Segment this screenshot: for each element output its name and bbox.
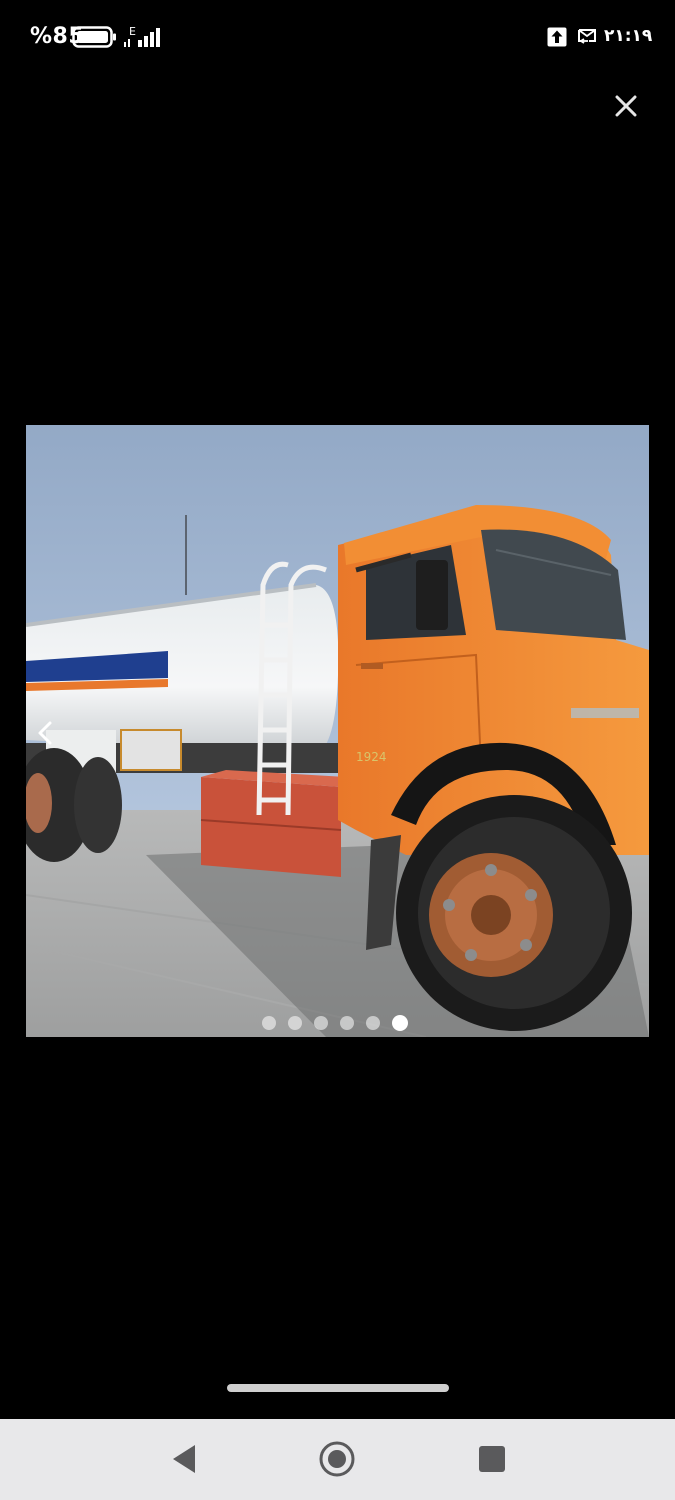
recents-button[interactable] (472, 1439, 512, 1479)
back-button[interactable] (165, 1439, 205, 1479)
back-icon (173, 1445, 195, 1473)
network-type-label: E (129, 25, 136, 38)
carousel-dot-1[interactable] (262, 1016, 276, 1030)
carousel-dot-3[interactable] (314, 1016, 328, 1030)
truck-photo[interactable]: 1924 (26, 425, 649, 1037)
system-navigation-bar (0, 1419, 675, 1500)
upload-icon (547, 27, 567, 51)
battery-icon (72, 25, 118, 53)
home-icon (319, 1441, 355, 1477)
carousel-dot-4[interactable] (340, 1016, 354, 1030)
clock: ۲۱:۱۹ (604, 26, 653, 46)
gesture-handle[interactable] (227, 1384, 449, 1392)
status-bar: %85 E ۲۱:۱۹ (0, 0, 675, 76)
svg-text:1924: 1924 (356, 750, 387, 764)
message-icon (577, 28, 599, 50)
previous-image-button[interactable] (32, 718, 60, 748)
close-icon (615, 95, 637, 117)
carousel-dot-5[interactable] (366, 1016, 380, 1030)
recents-icon (479, 1446, 505, 1472)
signal-icon: E (122, 24, 168, 54)
chevron-left-icon (38, 721, 52, 745)
home-button[interactable] (317, 1439, 357, 1479)
carousel-dot-2[interactable] (288, 1016, 302, 1030)
carousel-indicator (262, 1014, 408, 1032)
carousel-dot-6-active[interactable] (392, 1015, 408, 1031)
close-button[interactable] (606, 86, 646, 126)
